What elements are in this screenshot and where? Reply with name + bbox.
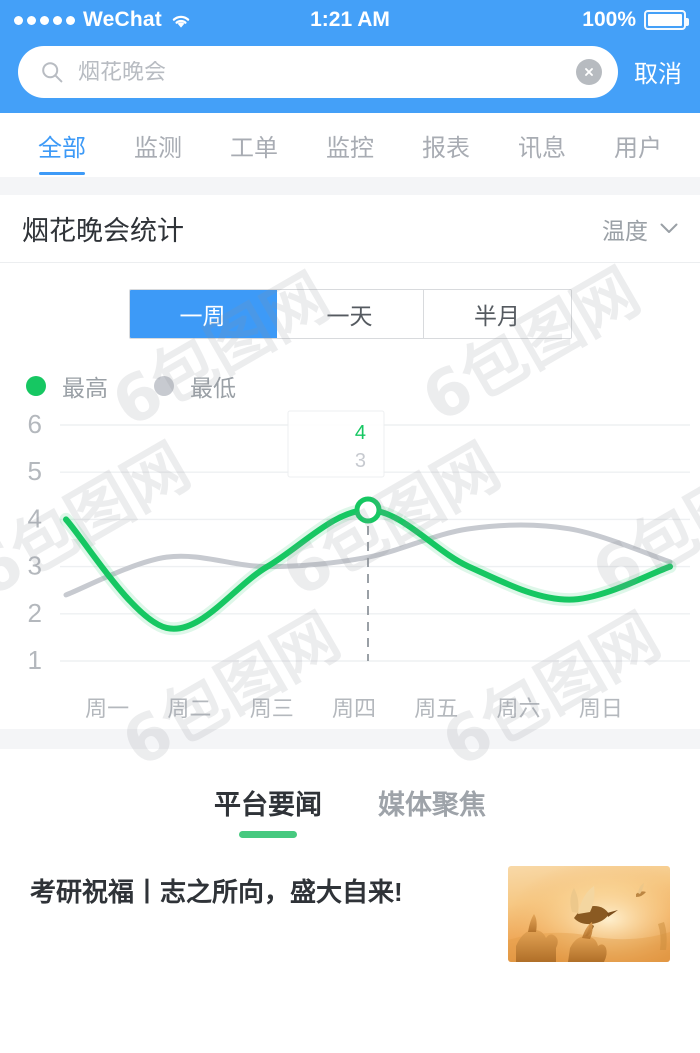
tab-label: 监测 bbox=[134, 134, 182, 162]
news-section: 平台要闻 媒体聚焦 考研祝福丨志之所向，盛大自来! bbox=[0, 749, 700, 962]
tab-label: 全部 bbox=[38, 134, 86, 162]
list-item[interactable]: 考研祝福丨志之所向，盛大自来! bbox=[0, 838, 700, 962]
metric-select-label: 温度 bbox=[602, 217, 648, 244]
legend-item-high[interactable]: 最高 bbox=[26, 369, 108, 403]
battery-full-icon bbox=[644, 10, 689, 30]
range-option-halfmonth[interactable]: 半月 bbox=[423, 290, 571, 338]
legend-color-dot bbox=[154, 376, 174, 396]
search-bar: 烟花晚会 取消 bbox=[0, 40, 700, 113]
cancel-button[interactable]: 取消 bbox=[632, 54, 682, 89]
range-option-week[interactable]: 一周 bbox=[129, 290, 277, 338]
section-divider bbox=[0, 729, 700, 749]
chart-legend: 最高 最低 bbox=[0, 347, 700, 403]
tab-media-focus[interactable]: 媒体聚焦 bbox=[378, 783, 486, 838]
y-tick-label: 5 bbox=[28, 456, 42, 486]
section-divider bbox=[0, 177, 700, 195]
clear-circle-icon[interactable] bbox=[576, 58, 602, 85]
news-tab-label: 媒体聚焦 bbox=[378, 790, 486, 820]
line-chart-plot[interactable]: 1 2 3 4 5 6 4 3 bbox=[0, 403, 700, 703]
range-option-label: 一天 bbox=[326, 303, 373, 329]
tab-label: 监控 bbox=[326, 134, 374, 162]
range-segmented-control: 一周 一天 半月 bbox=[128, 289, 572, 339]
legend-item-label: 最低 bbox=[190, 375, 236, 401]
chart-card: 烟花晚会统计 温度 一周 一天 半月 最高 最低 1 2 3 4 5 6 4 3… bbox=[0, 195, 700, 729]
tab-all[interactable]: 全部 bbox=[14, 113, 110, 177]
status-bar-right: 100% bbox=[390, 8, 689, 32]
highlight-marker bbox=[354, 496, 382, 524]
carrier-label: WeChat bbox=[83, 8, 162, 31]
range-option-label: 一周 bbox=[179, 303, 226, 329]
page-title: 烟花晚会统计 bbox=[22, 216, 184, 246]
tab-label: 报表 bbox=[422, 134, 470, 162]
tab-label: 讯息 bbox=[518, 134, 566, 162]
legend-item-label: 最高 bbox=[62, 375, 108, 401]
y-tick-label: 6 bbox=[28, 409, 42, 439]
chart-tooltip bbox=[287, 410, 385, 478]
search-input-value: 烟花晚会 bbox=[78, 60, 167, 83]
tab-messages[interactable]: 讯息 bbox=[494, 113, 590, 177]
search-icon bbox=[40, 60, 64, 84]
range-option-label: 半月 bbox=[474, 303, 520, 329]
chevron-down-icon bbox=[660, 223, 678, 234]
news-item-title: 考研祝福丨志之所向，盛大自来! bbox=[30, 877, 403, 907]
tab-label: 用户 bbox=[614, 134, 662, 162]
tooltip-low-value: 3 bbox=[355, 450, 366, 472]
app-root: WeChat 1:21 AM 100% 烟花晚会 取消 全部 监测 工单 监控 … bbox=[0, 0, 700, 1053]
tab-surveillance[interactable]: 监控 bbox=[302, 113, 398, 177]
y-tick-label: 4 bbox=[28, 503, 42, 533]
battery-percent-label: 100% bbox=[582, 8, 636, 31]
tab-label: 工单 bbox=[230, 134, 278, 162]
status-bar-clock: 1:21 AM bbox=[310, 8, 390, 31]
status-bar: WeChat 1:21 AM 100% bbox=[0, 0, 700, 40]
news-item-thumbnail bbox=[508, 866, 670, 962]
status-bar-left: WeChat bbox=[14, 8, 310, 32]
tab-platform-news[interactable]: 平台要闻 bbox=[214, 783, 322, 838]
range-option-day[interactable]: 一天 bbox=[276, 290, 424, 338]
search-input[interactable]: 烟花晚会 bbox=[18, 45, 618, 98]
signal-dots-icon bbox=[14, 15, 75, 25]
category-tab-bar: 全部 监测 工单 监控 报表 讯息 用户 bbox=[0, 113, 700, 177]
tab-work-order[interactable]: 工单 bbox=[206, 113, 302, 177]
y-tick-label: 2 bbox=[28, 598, 42, 628]
tab-monitoring[interactable]: 监测 bbox=[110, 113, 206, 177]
sunset-hands-doves-image bbox=[508, 866, 670, 962]
chart-svg: 1 2 3 4 5 6 4 3 bbox=[28, 409, 690, 675]
tooltip-high-value: 4 bbox=[355, 422, 366, 444]
range-segmented-control-wrap: 一周 一天 半月 bbox=[0, 263, 700, 347]
tab-reports[interactable]: 报表 bbox=[398, 113, 494, 177]
legend-color-dot bbox=[26, 376, 46, 396]
news-tab-bar: 平台要闻 媒体聚焦 bbox=[0, 749, 700, 838]
wifi-icon bbox=[170, 12, 192, 29]
news-tab-label: 平台要闻 bbox=[214, 790, 322, 820]
tab-users[interactable]: 用户 bbox=[590, 113, 686, 177]
y-tick-label: 1 bbox=[28, 645, 42, 675]
y-tick-label: 3 bbox=[28, 551, 42, 581]
legend-item-low[interactable]: 最低 bbox=[154, 369, 236, 403]
chart-card-header: 烟花晚会统计 温度 bbox=[0, 195, 700, 263]
metric-select[interactable]: 温度 bbox=[602, 212, 678, 246]
